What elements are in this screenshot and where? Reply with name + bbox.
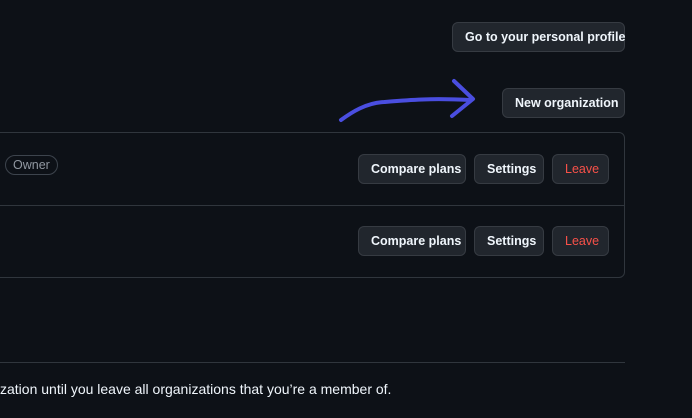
organization-row: Owner Compare plans Settings Leave	[0, 133, 624, 206]
organization-row: Compare plans Settings Leave	[0, 205, 624, 277]
compare-plans-button[interactable]: Compare plans	[358, 226, 466, 256]
settings-button[interactable]: Settings	[474, 154, 544, 184]
personal-profile-button[interactable]: Go to your personal profile	[452, 22, 625, 52]
section-divider	[0, 362, 625, 363]
organizations-list: Owner Compare plans Settings Leave Compa…	[0, 132, 625, 278]
leave-button[interactable]: Leave	[552, 226, 609, 256]
owner-badge: Owner	[5, 155, 58, 175]
delete-account-note: zation until you leave all organizations…	[0, 381, 392, 397]
leave-button[interactable]: Leave	[552, 154, 609, 184]
compare-plans-button[interactable]: Compare plans	[358, 154, 466, 184]
new-organization-button[interactable]: New organization	[502, 88, 625, 118]
organizations-page: Go to your personal profile New organiza…	[0, 0, 692, 418]
settings-button[interactable]: Settings	[474, 226, 544, 256]
annotation-arrow-icon	[339, 79, 475, 122]
